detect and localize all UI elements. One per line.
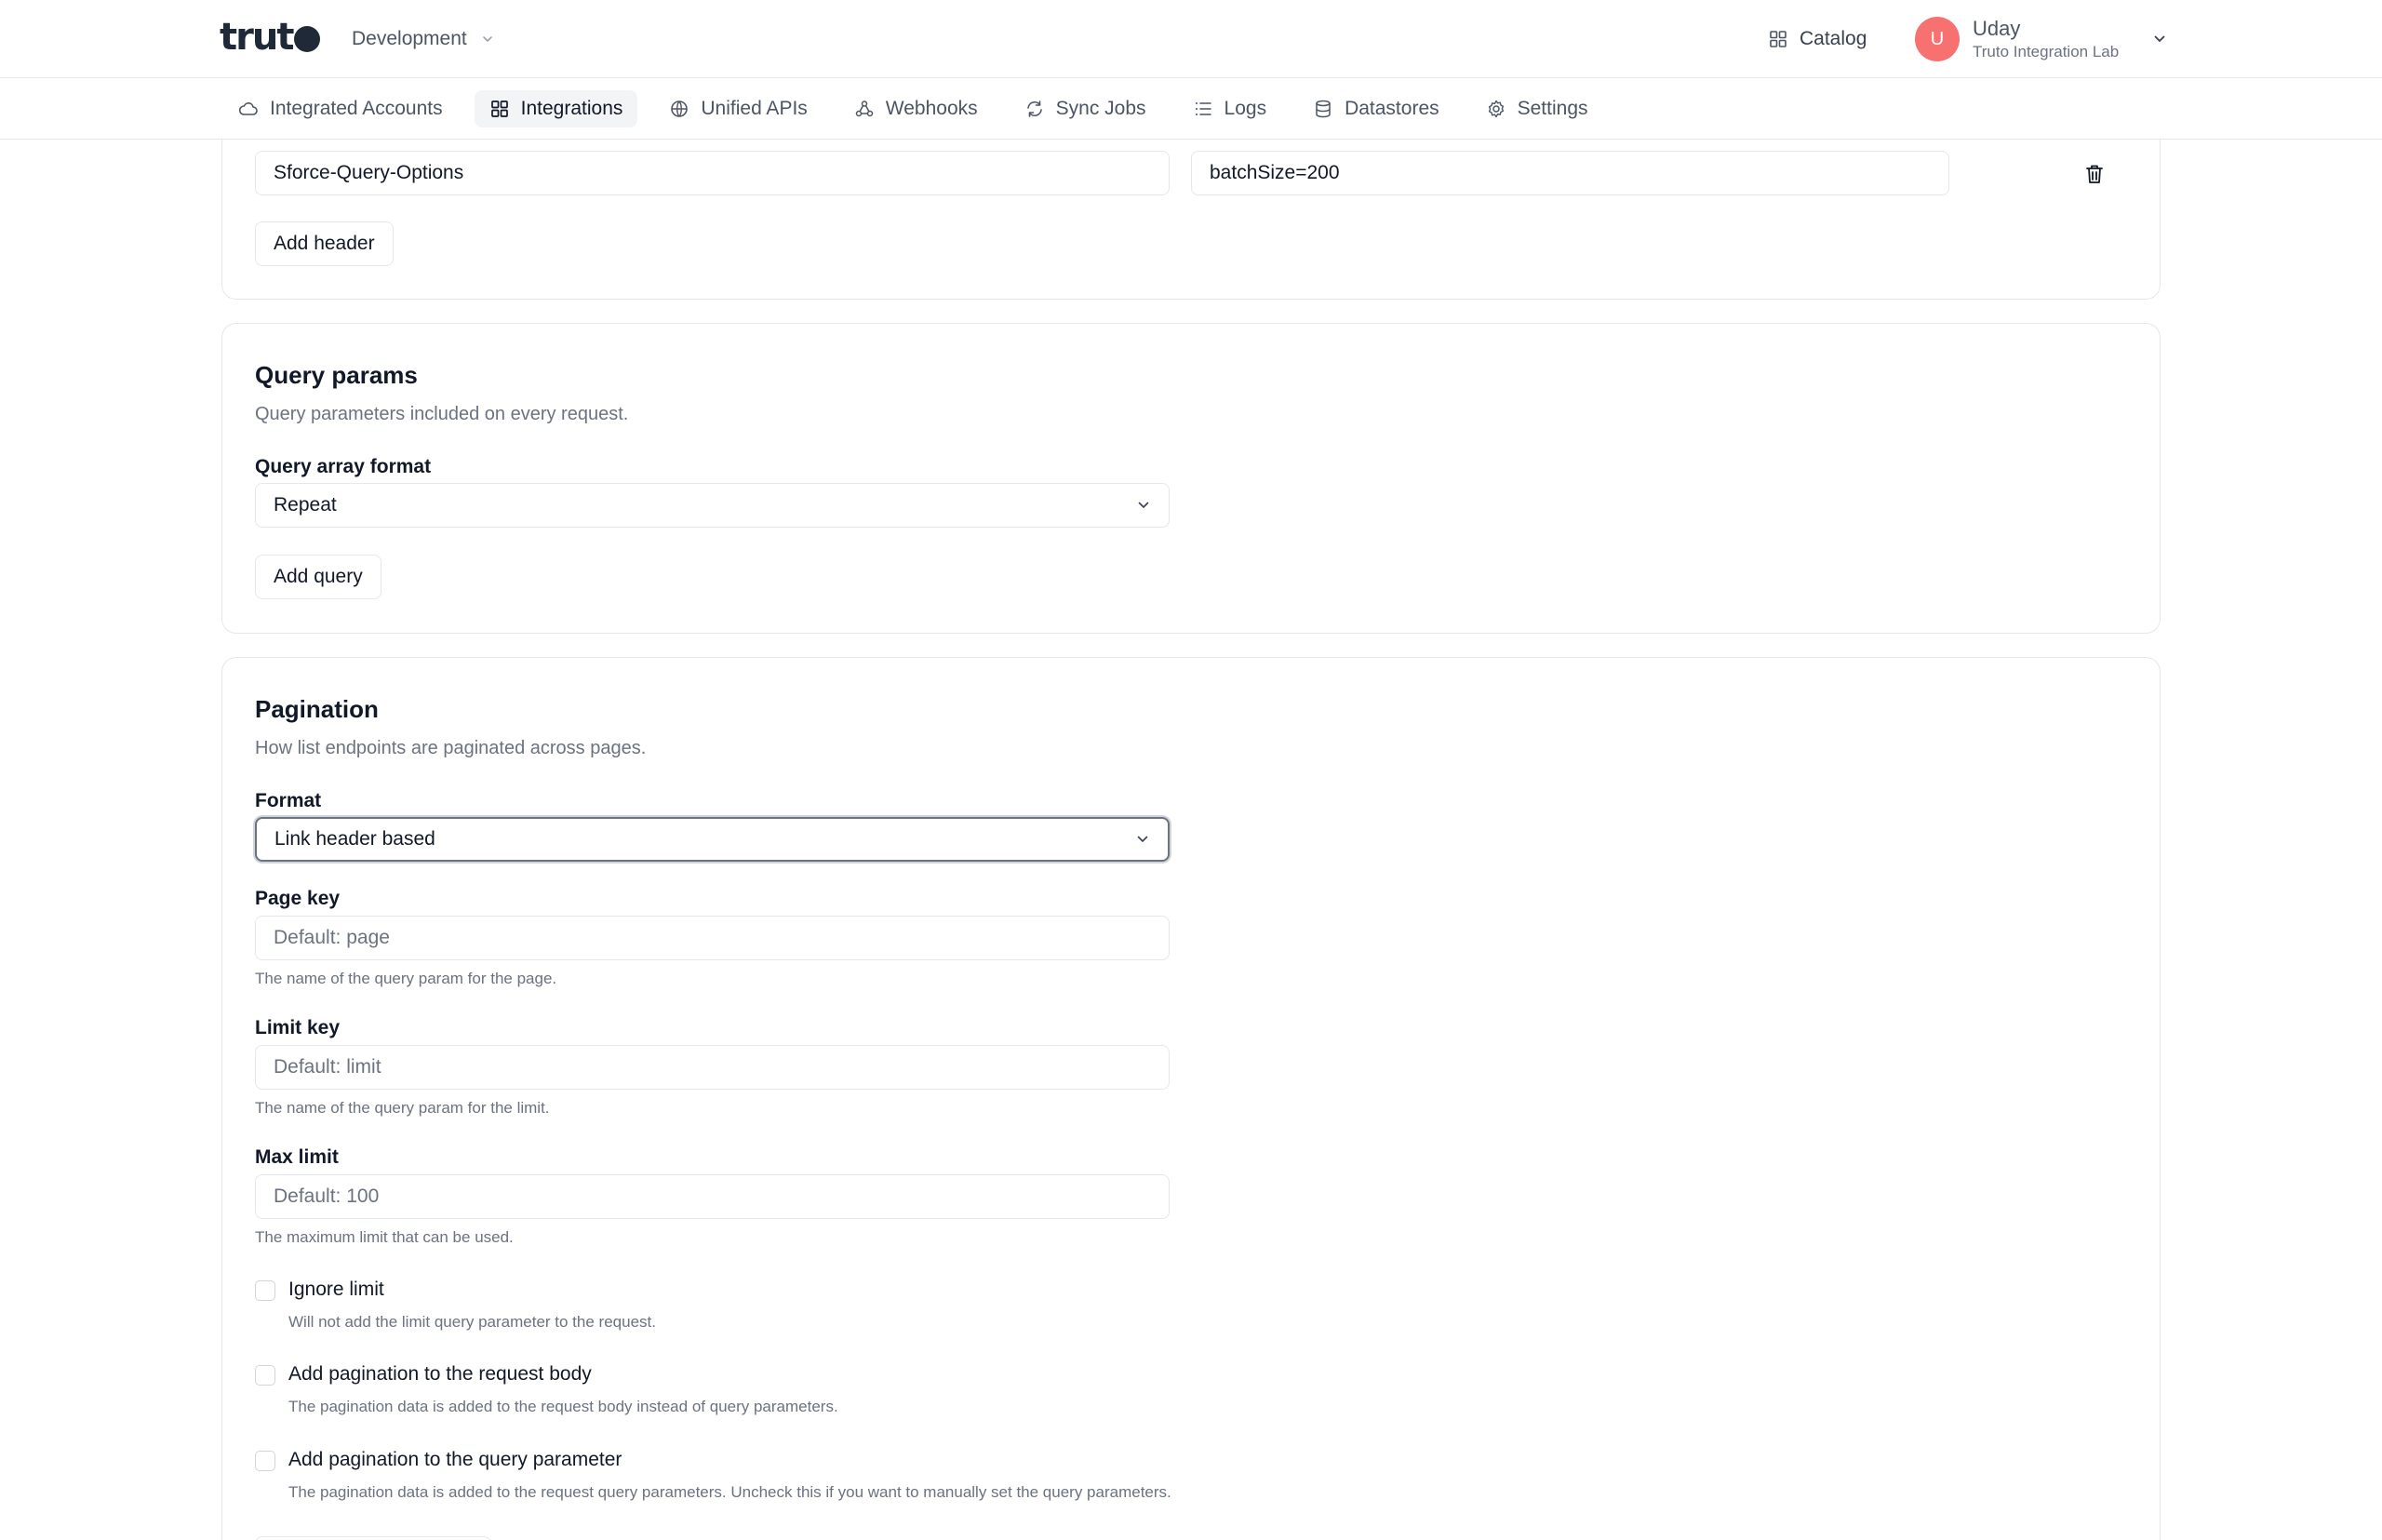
limit-key-input[interactable]: Default: limit	[255, 1045, 1170, 1090]
logo-mark-icon	[294, 26, 321, 52]
max-limit-hint: The maximum limit that can be used.	[255, 1228, 514, 1246]
add-header-button[interactable]: Add header	[255, 221, 394, 266]
nav-item-sync-jobs[interactable]: Sync Jobs	[1010, 90, 1161, 127]
query-params-card: Query params Query parameters included o…	[221, 323, 2161, 634]
nav-item-logs[interactable]: Logs	[1178, 90, 1282, 127]
add-query-label: Add query	[274, 566, 363, 587]
nav-label: Unified APIs	[701, 98, 808, 119]
pagination-subtitle: How list endpoints are paginated across …	[255, 738, 647, 758]
header-value-input[interactable]: batchSize=200	[1191, 151, 1949, 195]
nav-item-settings[interactable]: Settings	[1471, 90, 1603, 127]
chevron-down-icon	[2154, 35, 2165, 42]
delete-header-button[interactable]	[2081, 161, 2108, 187]
cloud-icon	[238, 102, 258, 115]
nav-label: Integrations	[520, 98, 623, 119]
webhook-icon	[855, 100, 874, 117]
add-to-body-hint: The pagination data is added to the requ…	[288, 1398, 838, 1415]
next-button-partial[interactable]	[255, 1536, 491, 1540]
nav-label: Logs	[1224, 98, 1267, 119]
query-array-format-select[interactable]: Repeat	[255, 483, 1170, 528]
nav-label: Integrated Accounts	[270, 98, 443, 119]
pagination-title: Pagination	[255, 695, 379, 723]
chevron-down-icon	[1137, 836, 1148, 842]
main-content: Sforce-Query-Options batchSize=200 Add h…	[0, 140, 2382, 1540]
query-params-subtitle: Query parameters included on every reque…	[255, 404, 629, 424]
catalog-button[interactable]: Catalog	[1768, 24, 1867, 54]
nav-label: Webhooks	[885, 98, 978, 119]
sync-icon	[1026, 100, 1042, 117]
page-key-hint: The name of the query param for the page…	[255, 970, 557, 987]
query-array-format-value: Repeat	[274, 494, 337, 516]
nav-label: Settings	[1517, 98, 1588, 119]
limit-key-label: Limit key	[255, 1017, 341, 1038]
page-key-input[interactable]: Default: page	[255, 916, 1170, 960]
format-label: Format	[255, 790, 322, 811]
nav-item-webhooks[interactable]: Webhooks	[839, 90, 993, 127]
main-nav: Integrated Accounts Integrations Unified…	[0, 78, 2382, 140]
header-key-input[interactable]: Sforce-Query-Options	[255, 151, 1170, 195]
add-to-body-checkbox[interactable]	[255, 1365, 275, 1386]
nav-item-unified-apis[interactable]: Unified APIs	[654, 90, 822, 127]
logo-text: trut	[220, 16, 294, 59]
catalog-label: Catalog	[1800, 28, 1867, 49]
limit-key-placeholder: Default: limit	[274, 1056, 381, 1078]
nav-label: Datastores	[1345, 98, 1439, 119]
globe-icon	[671, 100, 689, 117]
headers-card: Sforce-Query-Options batchSize=200 Add h…	[221, 140, 2161, 300]
add-header-label: Add header	[274, 233, 375, 254]
max-limit-input[interactable]: Default: 100	[255, 1174, 1170, 1219]
list-icon	[1195, 102, 1211, 115]
user-info: Uday Truto Integration Lab	[1973, 16, 2119, 62]
pagination-card: Pagination How list endpoints are pagina…	[221, 657, 2161, 1540]
user-name: Uday	[1973, 17, 2021, 40]
query-array-format-label: Query array format	[255, 456, 432, 477]
truto-logo[interactable]: trut	[220, 16, 321, 59]
chevron-down-icon	[482, 36, 492, 42]
add-to-query-checkbox[interactable]	[255, 1451, 275, 1471]
nav-label: Sync Jobs	[1055, 98, 1146, 119]
environment-label: Development	[352, 28, 467, 49]
ignore-limit-checkbox[interactable]	[255, 1280, 275, 1301]
page-key-placeholder: Default: page	[274, 927, 390, 948]
gear-icon	[1488, 100, 1504, 118]
add-to-body-label: Add pagination to the request body	[288, 1363, 592, 1385]
top-bar: trut Development Catalog U Uday Truto In…	[0, 0, 2382, 78]
trash-icon	[2086, 165, 2103, 183]
add-query-button[interactable]: Add query	[255, 555, 381, 599]
database-icon	[1316, 100, 1331, 118]
avatar: U	[1915, 17, 1960, 61]
query-params-title: Query params	[255, 361, 418, 389]
add-to-query-label: Add pagination to the query parameter	[288, 1449, 622, 1470]
format-value: Link header based	[274, 828, 435, 850]
grid-icon	[490, 100, 508, 117]
nav-item-integrations[interactable]: Integrations	[474, 90, 638, 127]
environment-switcher[interactable]: Development	[352, 24, 495, 54]
limit-key-hint: The name of the query param for the limi…	[255, 1099, 550, 1117]
max-limit-placeholder: Default: 100	[274, 1185, 380, 1207]
chevron-down-icon	[1138, 502, 1149, 508]
nav-item-integrated-accounts[interactable]: Integrated Accounts	[223, 90, 458, 127]
format-select[interactable]: Link header based	[255, 817, 1170, 862]
page-key-label: Page key	[255, 888, 341, 909]
user-org: Truto Integration Lab	[1973, 43, 2120, 60]
add-to-query-hint: The pagination data is added to the requ…	[288, 1483, 1171, 1501]
header-value-value: batchSize=200	[1210, 162, 1340, 183]
user-menu[interactable]: U Uday Truto Integration Lab	[1915, 15, 2167, 63]
header-key-value: Sforce-Query-Options	[274, 162, 464, 183]
max-limit-label: Max limit	[255, 1146, 339, 1168]
ignore-limit-hint: Will not add the limit query parameter t…	[288, 1313, 656, 1331]
grid-icon	[1770, 31, 1786, 47]
nav-item-datastores[interactable]: Datastores	[1298, 90, 1454, 127]
ignore-limit-label: Ignore limit	[288, 1279, 384, 1300]
